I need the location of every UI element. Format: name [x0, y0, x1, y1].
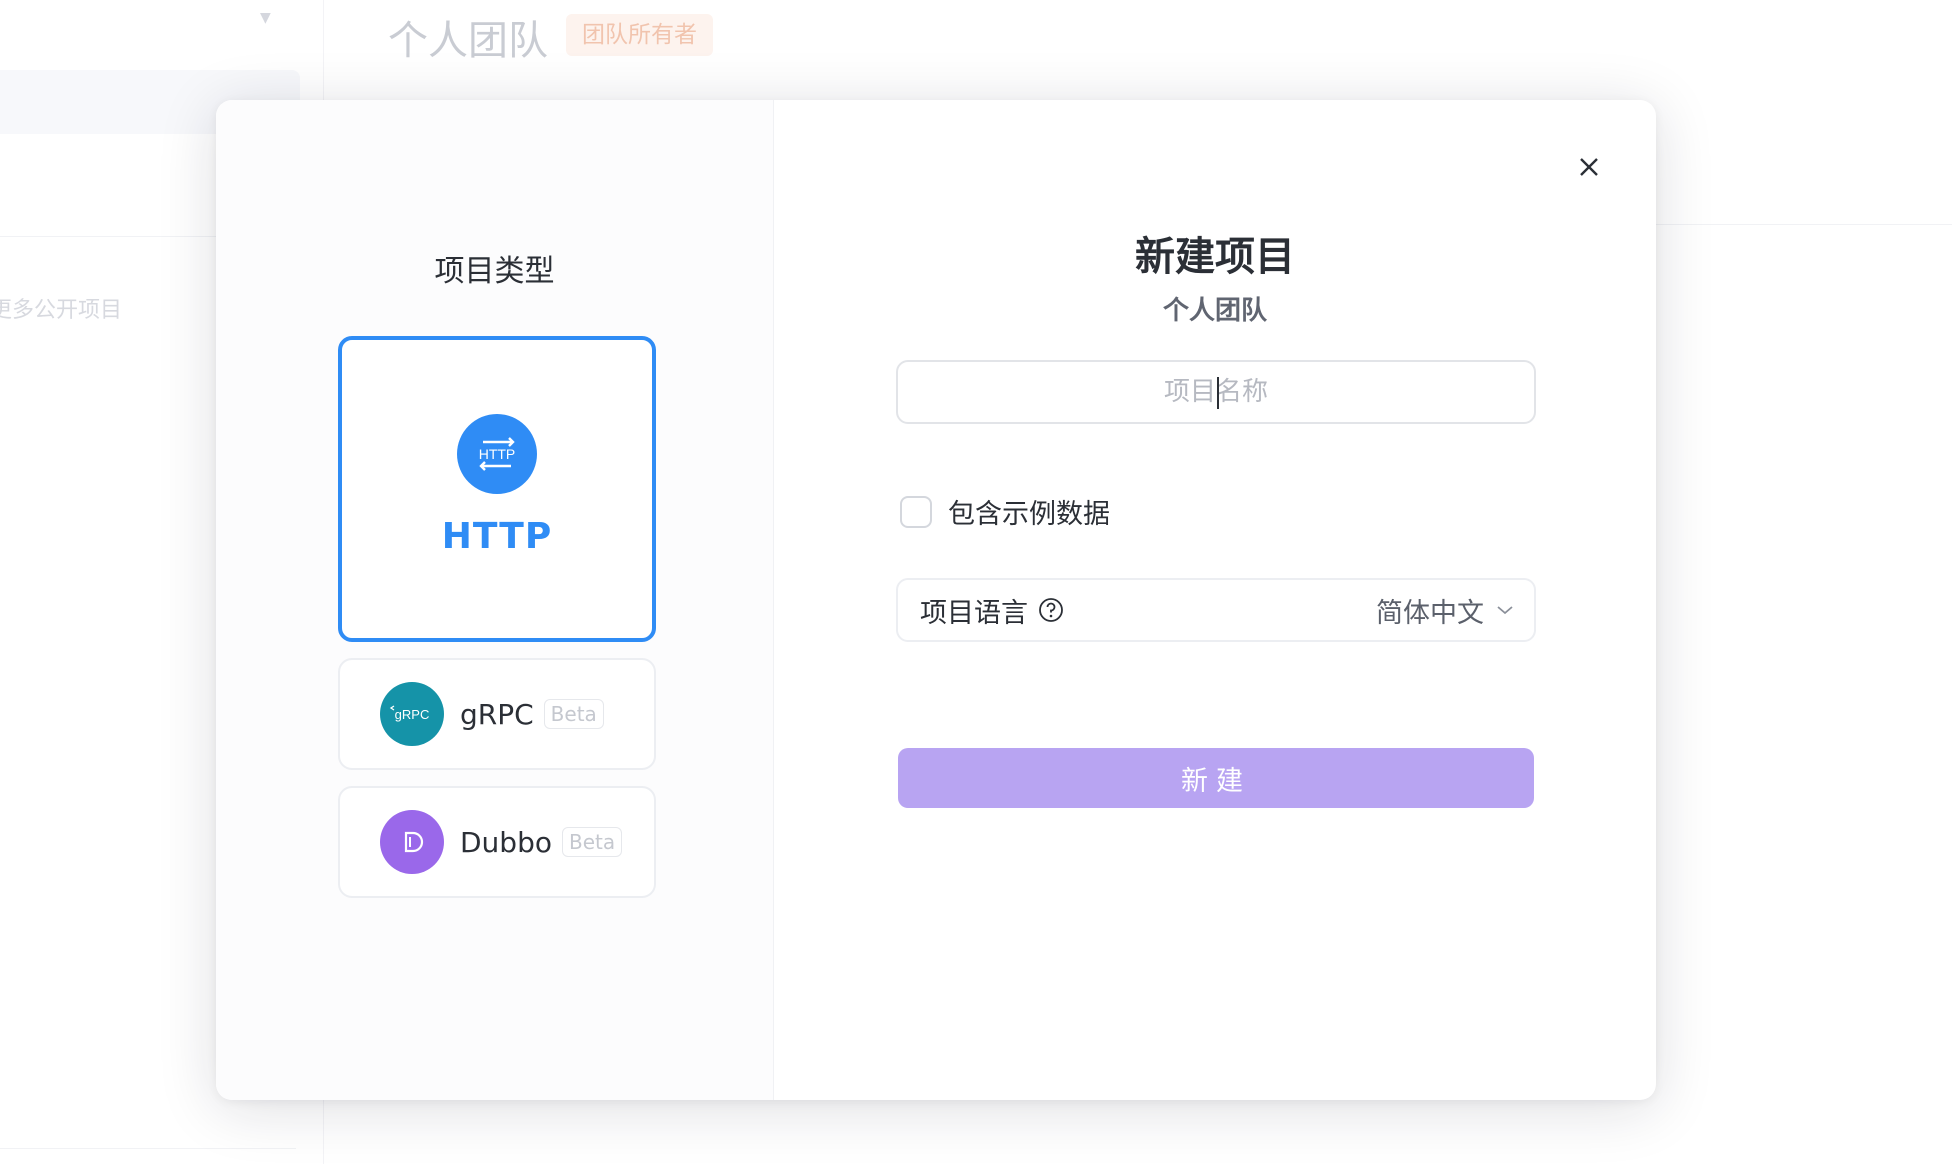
project-type-http[interactable]: HTTP HTTP: [338, 336, 656, 642]
dialog-subtitle-team: 个人团队: [1162, 296, 1267, 326]
project-language-select[interactable]: 简体中文: [1376, 591, 1514, 630]
dubbo-label: Dubbo: [460, 825, 552, 859]
project-language-label: 项目语言: [920, 597, 1028, 629]
dialog-title: 新建项目: [1135, 234, 1295, 280]
team-title: 个人团队: [388, 18, 548, 64]
sidebar-bottom-divider: [0, 1148, 296, 1149]
team-role-badge: 团队所有者: [566, 14, 713, 56]
http-icon: HTTP: [457, 414, 537, 494]
close-button[interactable]: [1571, 151, 1607, 187]
grpc-icon: gRPC: [380, 682, 444, 746]
svg-text:HTTP: HTTP: [479, 446, 516, 462]
chevron-down-icon[interactable]: ▼: [260, 10, 271, 26]
project-type-grpc[interactable]: gRPC gRPC Beta: [338, 658, 656, 770]
sample-data-label: 包含示例数据: [948, 499, 1110, 530]
close-icon: [1578, 156, 1600, 182]
sample-data-checkbox[interactable]: [900, 495, 932, 528]
project-name-input[interactable]: [896, 360, 1536, 424]
text-caret: [1217, 377, 1219, 409]
create-project-button[interactable]: 新建: [898, 748, 1534, 808]
project-type-heading: 项目类型: [434, 254, 555, 289]
project-language-value: 简体中文: [1376, 597, 1484, 629]
content-divider: [1620, 224, 1952, 225]
dubbo-icon: [380, 810, 444, 874]
dubbo-beta-badge: Beta: [561, 827, 623, 857]
project-type-dubbo[interactable]: Dubbo Beta: [338, 786, 656, 898]
http-label: HTTP: [441, 516, 553, 557]
svg-text:gRPC: gRPC: [395, 707, 430, 722]
sidebar-more-public-projects[interactable]: 更多公开项目: [0, 292, 122, 324]
project-language-row: 项目语言 简体中文: [896, 578, 1536, 642]
grpc-beta-badge: Beta: [543, 699, 604, 729]
help-icon[interactable]: [1038, 597, 1064, 623]
chevron-down-icon: [1496, 604, 1514, 616]
include-sample-data[interactable]: 包含示例数据: [900, 492, 1110, 531]
grpc-label: gRPC: [460, 697, 534, 731]
project-type-panel: 项目类型 HTTP HTTP gRPC gRPC Beta Dubbo Beta: [216, 100, 774, 1100]
